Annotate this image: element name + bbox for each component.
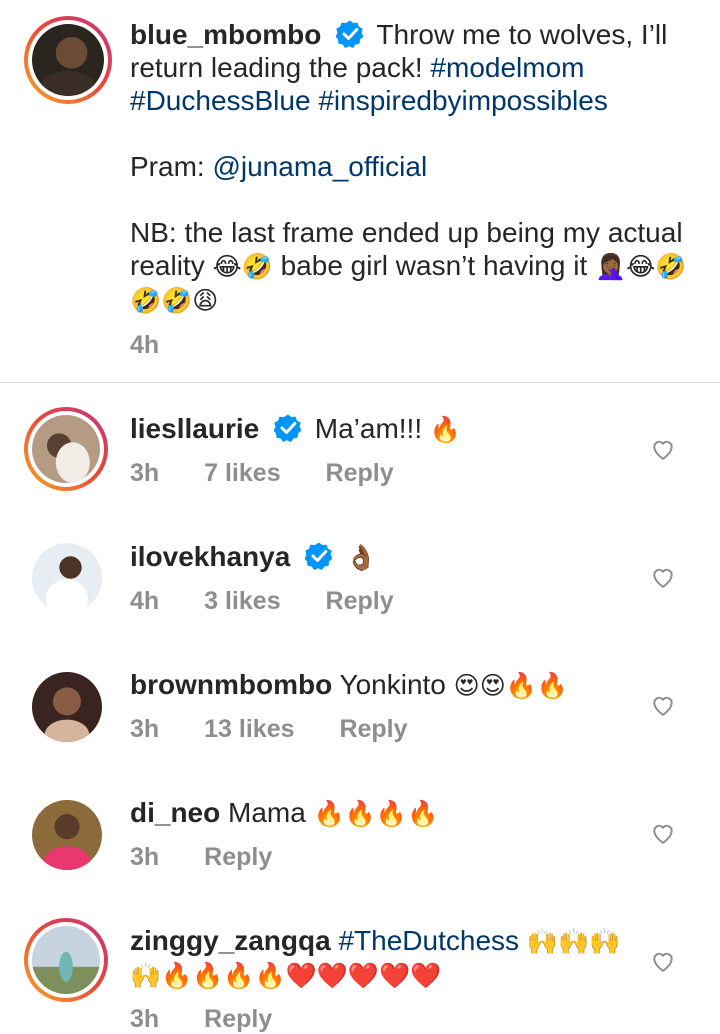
comment-meta: 3h Reply	[130, 843, 310, 872]
comment-username[interactable]: brownmbombo	[130, 669, 332, 700]
avatar[interactable]	[32, 800, 102, 870]
comment-time: 3h	[130, 843, 160, 871]
comment-username[interactable]: ilovekhanya	[130, 541, 290, 572]
comment-meta: 3h 13 likes Reply	[130, 715, 446, 744]
post-timestamp: 4h	[130, 331, 160, 359]
emoji-group: 🔥	[429, 415, 462, 444]
comment-likes[interactable]: 3 likes	[204, 587, 280, 615]
comment-meta: 3h 7 likes Reply	[130, 459, 432, 488]
reply-button[interactable]: Reply	[204, 1005, 272, 1033]
comment-meta: 4h 3 likes Reply	[130, 587, 432, 616]
emoji-group: 😂🤣	[212, 252, 273, 281]
like-heart-icon[interactable]	[650, 564, 676, 590]
comment-username[interactable]: liesllaurie	[130, 413, 259, 444]
avatar[interactable]	[32, 672, 102, 742]
verified-badge-icon	[304, 542, 333, 570]
reply-button[interactable]: Reply	[326, 459, 394, 487]
verified-badge-icon	[273, 414, 302, 442]
reply-button[interactable]: Reply	[326, 587, 394, 615]
comment-time: 3h	[130, 1005, 160, 1033]
like-heart-icon[interactable]	[650, 948, 676, 974]
comment-body: Yonkinto	[339, 669, 446, 700]
comment-text: zinggy_zangqa #TheDutchess 🙌🙌🙌 🙌🔥🔥🔥🔥❤️❤️…	[130, 924, 650, 992]
avatar[interactable]	[32, 543, 102, 613]
nb-text-2: babe girl wasn’t having it	[280, 250, 588, 281]
post-author-username[interactable]: blue_mbombo	[130, 19, 321, 50]
post-meta: 4h	[130, 331, 197, 360]
comment-time: 4h	[130, 587, 160, 615]
emoji-group: 🔥🔥🔥🔥	[313, 799, 439, 828]
divider	[0, 382, 720, 383]
comment-likes[interactable]: 7 likes	[204, 459, 280, 487]
comment-body: Ma’am!!!	[314, 413, 423, 444]
comment-username[interactable]: di_neo	[130, 797, 220, 828]
post-caption: blue_mbombo Throw me to wolves, I’ll ret…	[130, 18, 690, 317]
like-heart-icon[interactable]	[650, 436, 676, 462]
like-heart-icon[interactable]	[650, 820, 676, 846]
hashtag-link[interactable]: #inspiredbyimpossibles	[318, 85, 607, 116]
avatar[interactable]	[24, 407, 108, 491]
emoji-group: 😍😍🔥🔥	[453, 671, 569, 700]
pram-label: Pram:	[130, 151, 205, 182]
hashtag-link[interactable]: #TheDutchess	[338, 925, 519, 956]
comment-time: 3h	[130, 715, 160, 743]
comment-text: di_neo Mama 🔥🔥🔥🔥	[130, 796, 650, 830]
mention-link[interactable]: @junama_official	[212, 151, 427, 182]
reply-button[interactable]: Reply	[339, 715, 407, 743]
avatar[interactable]	[24, 918, 108, 1002]
comment-time: 3h	[130, 459, 160, 487]
emoji-group: 🙌🙌🙌	[526, 927, 621, 956]
comment-body: Mama	[228, 797, 306, 828]
comment-text: liesllaurie Ma’am!!! 🔥	[130, 412, 650, 446]
comment-username[interactable]: zinggy_zangqa	[130, 925, 331, 956]
hashtag-link[interactable]: #DuchessBlue	[130, 85, 311, 116]
hashtag-link[interactable]: #modelmom	[430, 52, 584, 83]
post-author-avatar[interactable]	[24, 16, 112, 104]
emoji-group: 👌🏾	[345, 543, 378, 572]
comment-likes[interactable]: 13 likes	[204, 715, 294, 743]
comment-text: ilovekhanya 👌🏾	[130, 540, 650, 574]
reply-button[interactable]: Reply	[204, 843, 272, 871]
verified-badge-icon	[335, 20, 364, 48]
comment-text: brownmbombo Yonkinto 😍😍🔥🔥	[130, 668, 650, 702]
emoji-group: 🙌🔥🔥🔥🔥❤️❤️❤️❤️❤️	[130, 961, 442, 990]
comment-meta: 3h Reply	[130, 1005, 310, 1034]
like-heart-icon[interactable]	[650, 692, 676, 718]
